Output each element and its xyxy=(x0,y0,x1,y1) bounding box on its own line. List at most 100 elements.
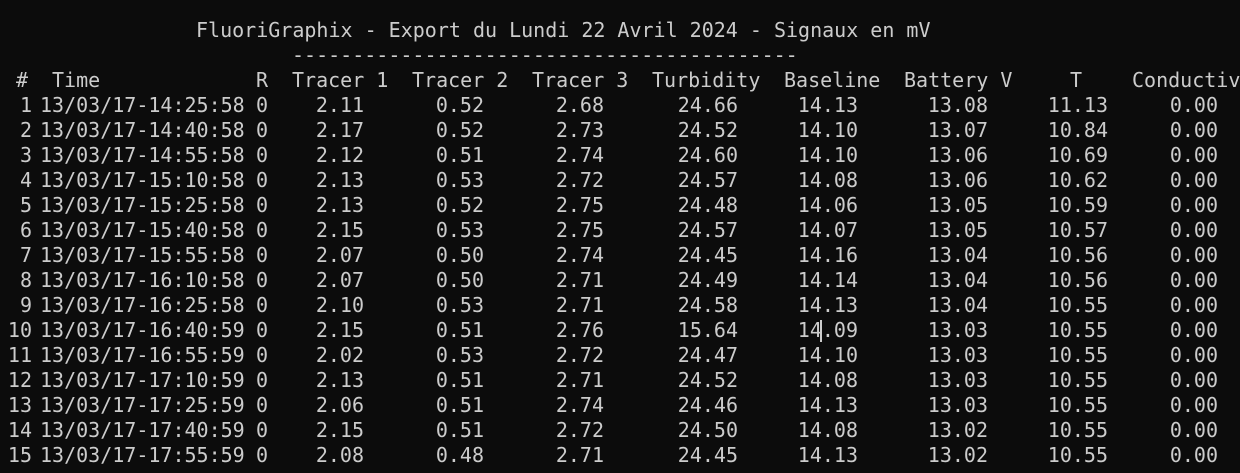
cell-col-tracer1: 2.12 xyxy=(315,143,364,167)
text-cursor xyxy=(820,320,822,342)
cell-col-conductivity: 0.00 xyxy=(1169,343,1218,367)
cell-col-tracer1: 2.11 xyxy=(315,93,364,117)
cell-col-tracer1: 2.07 xyxy=(315,268,364,292)
cell-col-t: 11.13 xyxy=(1047,93,1108,117)
cell-col-time: 13/03/17-14:40:58 xyxy=(40,118,245,142)
cell-col-conductivity: 0.00 xyxy=(1169,168,1218,192)
cell-col-tracer2: 0.52 xyxy=(435,118,484,142)
cell-col-conductivity: 0.00 xyxy=(1169,143,1218,167)
cell-col-battery: 13.04 xyxy=(927,293,988,317)
cell-col-conductivity: 0.00 xyxy=(1169,268,1218,292)
cell-col-turbidity: 15.64 xyxy=(677,318,738,342)
cell-col-turbidity: 24.57 xyxy=(677,218,738,242)
cell-col-r: 0 xyxy=(256,193,269,217)
cell-col-turbidity: 24.50 xyxy=(677,418,738,442)
header-col-num: # xyxy=(16,68,29,92)
header-col-time: Time xyxy=(52,68,101,92)
cell-col-tracer2: 0.51 xyxy=(435,393,484,417)
cell-col-tracer2: 0.50 xyxy=(435,243,484,267)
cell-col-t: 10.55 xyxy=(1047,418,1108,442)
cell-col-num: 7 xyxy=(19,243,32,267)
cell-col-battery: 13.03 xyxy=(927,368,988,392)
cell-col-tracer2: 0.51 xyxy=(435,318,484,342)
cell-col-tracer1: 2.15 xyxy=(315,318,364,342)
cell-col-conductivity: 0.00 xyxy=(1169,418,1218,442)
cell-col-tracer1: 2.10 xyxy=(315,293,364,317)
header-col-tracer2: Tracer 2 xyxy=(412,68,509,92)
cell-col-time: 13/03/17-14:55:58 xyxy=(40,143,245,167)
cell-col-conductivity: 0.00 xyxy=(1169,318,1218,342)
cell-col-t: 10.55 xyxy=(1047,318,1108,342)
cell-col-tracer1: 2.08 xyxy=(315,443,364,467)
cell-col-battery: 13.03 xyxy=(927,393,988,417)
cell-col-r: 0 xyxy=(256,293,269,317)
cell-col-r: 0 xyxy=(256,418,269,442)
cell-col-tracer1: 2.06 xyxy=(315,393,364,417)
header-col-battery: Battery V xyxy=(904,68,1013,92)
cell-col-num: 5 xyxy=(19,193,32,217)
cell-col-turbidity: 24.48 xyxy=(677,193,738,217)
cell-col-r: 0 xyxy=(256,368,269,392)
cell-col-time: 13/03/17-17:25:59 xyxy=(40,393,245,417)
cell-col-time: 13/03/17-16:55:59 xyxy=(40,343,245,367)
cell-col-t: 10.55 xyxy=(1047,443,1108,467)
cell-col-time: 13/03/17-17:40:59 xyxy=(40,418,245,442)
cell-col-t: 10.59 xyxy=(1047,193,1108,217)
cell-col-r: 0 xyxy=(256,168,269,192)
cell-col-conductivity: 0.00 xyxy=(1169,393,1218,417)
cell-col-tracer3: 2.75 xyxy=(555,218,604,242)
cell-col-turbidity: 24.66 xyxy=(677,93,738,117)
cell-col-t: 10.56 xyxy=(1047,243,1108,267)
cell-col-time: 13/03/17-15:25:58 xyxy=(40,193,245,217)
cell-col-baseline: 14.09 xyxy=(797,318,858,342)
cell-col-baseline: 14.16 xyxy=(797,243,858,267)
cell-col-t: 10.55 xyxy=(1047,343,1108,367)
cell-col-r: 0 xyxy=(256,268,269,292)
cell-col-t: 10.55 xyxy=(1047,368,1108,392)
header-col-tracer1: Tracer 1 xyxy=(292,68,389,92)
cell-col-tracer2: 0.53 xyxy=(435,293,484,317)
cell-col-tracer1: 2.13 xyxy=(315,368,364,392)
cell-col-battery: 13.04 xyxy=(927,268,988,292)
cell-col-tracer3: 2.68 xyxy=(555,93,604,117)
cell-col-baseline: 14.14 xyxy=(797,268,858,292)
cell-col-r: 0 xyxy=(256,218,269,242)
cell-col-baseline: 14.13 xyxy=(797,443,858,467)
cell-col-r: 0 xyxy=(256,318,269,342)
cell-col-conductivity: 0.00 xyxy=(1169,218,1218,242)
cell-col-num: 13 xyxy=(7,393,32,417)
cell-col-battery: 13.08 xyxy=(927,93,988,117)
cell-col-time: 13/03/17-17:55:59 xyxy=(40,443,245,467)
cell-col-time: 13/03/17-15:40:58 xyxy=(40,218,245,242)
terminal-window[interactable]: FluoriGraphix - Export du Lundi 22 Avril… xyxy=(0,0,1240,473)
cell-col-time: 13/03/17-14:25:58 xyxy=(40,93,245,117)
cell-col-tracer1: 2.07 xyxy=(315,243,364,267)
cell-col-battery: 13.03 xyxy=(927,343,988,367)
cell-col-baseline: 14.08 xyxy=(797,368,858,392)
cell-col-tracer3: 2.71 xyxy=(555,293,604,317)
cell-col-tracer2: 0.51 xyxy=(435,418,484,442)
cell-col-tracer2: 0.51 xyxy=(435,368,484,392)
cell-col-tracer2: 0.48 xyxy=(435,443,484,467)
cell-col-tracer2: 0.53 xyxy=(435,168,484,192)
cell-col-turbidity: 24.47 xyxy=(677,343,738,367)
cell-col-tracer3: 2.71 xyxy=(555,368,604,392)
cell-col-time: 13/03/17-15:55:58 xyxy=(40,243,245,267)
cell-col-conductivity: 0.00 xyxy=(1169,293,1218,317)
cell-col-conductivity: 0.00 xyxy=(1169,193,1218,217)
cell-col-num: 3 xyxy=(19,143,32,167)
cell-col-time: 13/03/17-17:10:59 xyxy=(40,368,245,392)
cell-col-tracer3: 2.72 xyxy=(555,418,604,442)
cell-col-battery: 13.07 xyxy=(927,118,988,142)
cell-col-r: 0 xyxy=(256,443,269,467)
export-title: FluoriGraphix - Export du Lundi 22 Avril… xyxy=(196,18,931,42)
cell-col-turbidity: 24.57 xyxy=(677,168,738,192)
cell-col-turbidity: 24.49 xyxy=(677,268,738,292)
cell-col-r: 0 xyxy=(256,143,269,167)
cell-col-r: 0 xyxy=(256,243,269,267)
cell-col-baseline: 14.10 xyxy=(797,143,858,167)
header-col-turbidity: Turbidity xyxy=(652,68,761,92)
cell-col-battery: 13.05 xyxy=(927,193,988,217)
cell-col-turbidity: 24.45 xyxy=(677,243,738,267)
cell-col-conductivity: 0.00 xyxy=(1169,118,1218,142)
